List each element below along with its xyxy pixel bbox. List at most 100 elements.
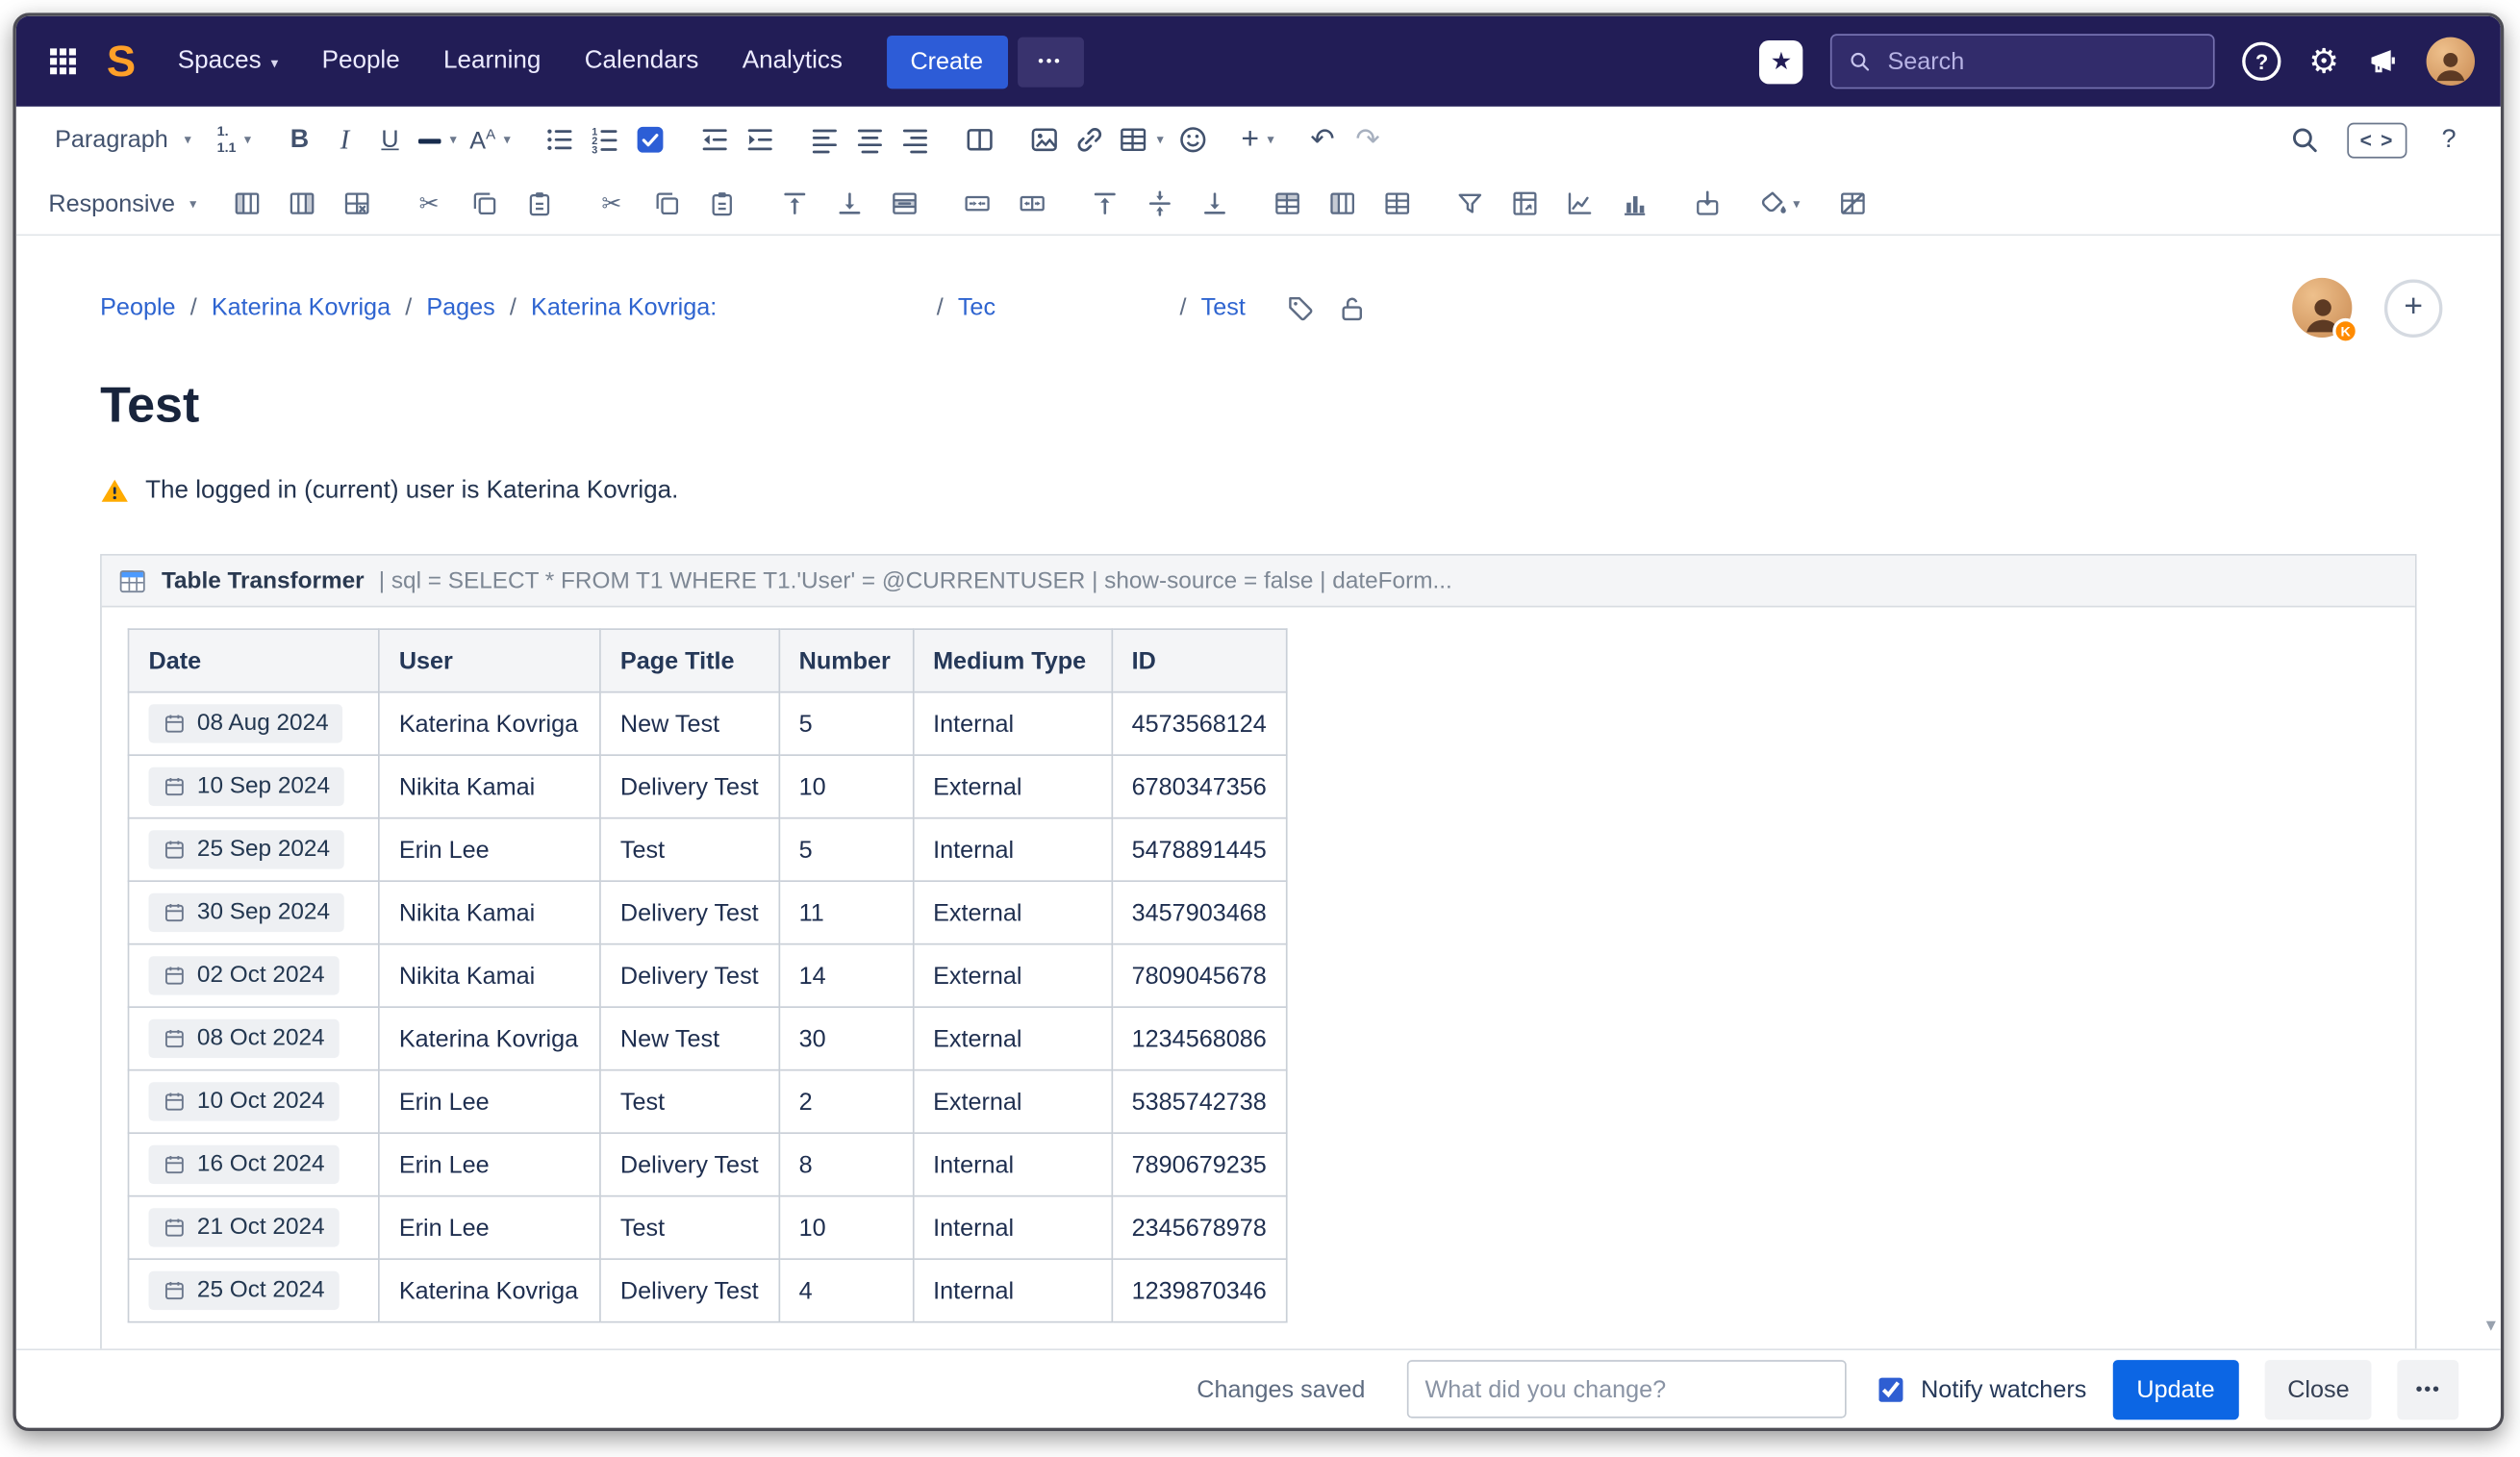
- insert-column-right-icon[interactable]: [277, 181, 325, 226]
- italic-button[interactable]: I: [322, 115, 367, 163]
- indent-button[interactable]: [737, 115, 782, 163]
- date-chip[interactable]: 30 Sep 2024: [148, 892, 345, 933]
- text-color-button[interactable]: ▾: [413, 115, 464, 163]
- date-chip[interactable]: 02 Oct 2024: [148, 956, 340, 995]
- editor-help-button[interactable]: ?: [2427, 115, 2472, 163]
- nav-more-button[interactable]: •••: [1017, 36, 1084, 87]
- find-button[interactable]: [2282, 115, 2328, 163]
- copy-row-icon[interactable]: [460, 181, 508, 226]
- user-avatar[interactable]: [2426, 37, 2475, 87]
- page-title-cell[interactable]: Delivery Test: [599, 754, 780, 819]
- cell-shading-icon[interactable]: ▾: [1755, 181, 1803, 226]
- outdent-button[interactable]: [692, 115, 737, 163]
- merge-cells-icon[interactable]: [952, 181, 1000, 226]
- number-cell[interactable]: 14: [777, 942, 914, 1009]
- change-comment-input[interactable]: [1407, 1360, 1847, 1419]
- breadcrumb-item-user[interactable]: Katerina Kovriga: [212, 294, 391, 322]
- header-row-icon[interactable]: [1263, 181, 1311, 226]
- date-chip[interactable]: 25 Sep 2024: [148, 830, 345, 869]
- number-cell[interactable]: 11: [777, 880, 914, 945]
- date-chip[interactable]: 10 Sep 2024: [148, 766, 345, 807]
- date-chip[interactable]: 16 Oct 2024: [148, 1144, 340, 1185]
- insert-image-button[interactable]: [1021, 115, 1067, 163]
- footer-more-button[interactable]: •••: [2398, 1359, 2459, 1419]
- product-logo[interactable]: S: [107, 37, 136, 87]
- user-cell[interactable]: Nikita Kamai: [378, 942, 601, 1009]
- date-cell[interactable]: 16 Oct 2024: [127, 1132, 380, 1197]
- unlock-icon[interactable]: [1338, 293, 1367, 322]
- id-cell[interactable]: 7809045678: [1110, 942, 1288, 1009]
- page-title-cell[interactable]: Test: [599, 1194, 780, 1261]
- table-transformer-macro[interactable]: Table Transformer | sql = SELECT * FROM …: [100, 554, 2417, 1349]
- nav-item-spaces[interactable]: Spaces ▾: [178, 47, 279, 76]
- copy-column-icon[interactable]: [643, 181, 691, 226]
- medium-type-cell[interactable]: External: [912, 1006, 1113, 1071]
- help-button[interactable]: ?: [2242, 41, 2281, 81]
- align-right-button[interactable]: [892, 115, 937, 163]
- nav-item-people[interactable]: People: [322, 47, 400, 76]
- close-button[interactable]: Close: [2264, 1359, 2373, 1419]
- medium-type-cell[interactable]: External: [912, 754, 1113, 819]
- align-left-button[interactable]: [801, 115, 846, 163]
- nav-item-calendars[interactable]: Calendars: [585, 47, 699, 76]
- number-cell[interactable]: 2: [777, 1068, 914, 1135]
- undo-button[interactable]: ↶: [1300, 115, 1346, 163]
- date-cell[interactable]: 25 Sep 2024: [127, 816, 380, 883]
- date-chip[interactable]: 08 Aug 2024: [148, 704, 343, 743]
- column-header-user[interactable]: User: [378, 628, 601, 693]
- settings-button[interactable]: ⚙: [2308, 44, 2339, 78]
- medium-type-cell[interactable]: Internal: [912, 1132, 1113, 1197]
- date-chip[interactable]: 10 Oct 2024: [148, 1082, 340, 1121]
- full-grid-icon[interactable]: [1373, 181, 1421, 226]
- user-cell[interactable]: Katerina Kovriga: [378, 691, 601, 757]
- align-cells-middle-icon[interactable]: [1135, 181, 1183, 226]
- user-cell[interactable]: Erin Lee: [378, 816, 601, 883]
- insert-link-button[interactable]: [1067, 115, 1112, 163]
- notify-watchers-checkbox[interactable]: [1878, 1376, 1903, 1401]
- number-cell[interactable]: 4: [777, 1258, 914, 1323]
- paste-column-icon[interactable]: [697, 181, 745, 226]
- number-cell[interactable]: 8: [777, 1132, 914, 1197]
- date-chip[interactable]: 08 Oct 2024: [148, 1018, 340, 1059]
- insert-emoji-button[interactable]: [1171, 115, 1216, 163]
- create-button[interactable]: Create: [886, 35, 1008, 88]
- table-mode-select[interactable]: Responsive ▾: [48, 189, 196, 217]
- breadcrumb-item-test[interactable]: Test: [1201, 294, 1246, 322]
- delete-column-icon[interactable]: [332, 181, 380, 226]
- filter-table-icon[interactable]: [1446, 181, 1494, 226]
- insert-column-left-icon[interactable]: [222, 181, 270, 226]
- align-cells-top-icon[interactable]: [1080, 181, 1128, 226]
- column-header-page-title[interactable]: Page Title: [599, 628, 780, 693]
- user-cell[interactable]: Katerina Kovriga: [378, 1258, 601, 1323]
- medium-type-cell[interactable]: External: [912, 1068, 1113, 1135]
- number-cell[interactable]: 30: [777, 1006, 914, 1071]
- shortcuts-button[interactable]: ★: [1759, 39, 1803, 84]
- insert-row-above-icon[interactable]: [770, 181, 819, 226]
- column-header-number[interactable]: Number: [777, 628, 914, 693]
- bar-chart-from-table-icon[interactable]: [1610, 181, 1658, 226]
- bullet-list-button[interactable]: [537, 115, 582, 163]
- medium-type-cell[interactable]: External: [912, 880, 1113, 945]
- cut-row-icon[interactable]: ✂: [405, 181, 453, 226]
- text-style-select[interactable]: Paragraph ▾: [48, 115, 197, 163]
- chart-from-table-icon[interactable]: [1555, 181, 1603, 226]
- page-title-cell[interactable]: Delivery Test: [599, 1132, 780, 1197]
- user-cell[interactable]: Katerina Kovriga: [378, 1006, 601, 1071]
- breadcrumb-item-people[interactable]: People: [100, 294, 175, 322]
- date-cell[interactable]: 10 Oct 2024: [127, 1068, 380, 1135]
- page-title-cell[interactable]: New Test: [599, 1006, 780, 1071]
- page-title-cell[interactable]: Test: [599, 816, 780, 883]
- date-cell[interactable]: 08 Aug 2024: [127, 691, 380, 757]
- page-layout-button[interactable]: [956, 115, 1001, 163]
- breadcrumb-item-tec[interactable]: Tec: [958, 294, 995, 322]
- id-cell[interactable]: 6780347356: [1110, 754, 1288, 819]
- numbered-list-button[interactable]: [582, 115, 627, 163]
- split-cells-icon[interactable]: [1007, 181, 1055, 226]
- medium-type-cell[interactable]: External: [912, 942, 1113, 1009]
- number-cell[interactable]: 5: [777, 816, 914, 883]
- id-cell[interactable]: 5385742738: [1110, 1068, 1288, 1135]
- more-formatting-button[interactable]: AA ▾: [464, 115, 517, 163]
- macro-header[interactable]: Table Transformer | sql = SELECT * FROM …: [101, 555, 2415, 608]
- header-column-icon[interactable]: [1318, 181, 1366, 226]
- app-switcher-button[interactable]: [36, 34, 90, 88]
